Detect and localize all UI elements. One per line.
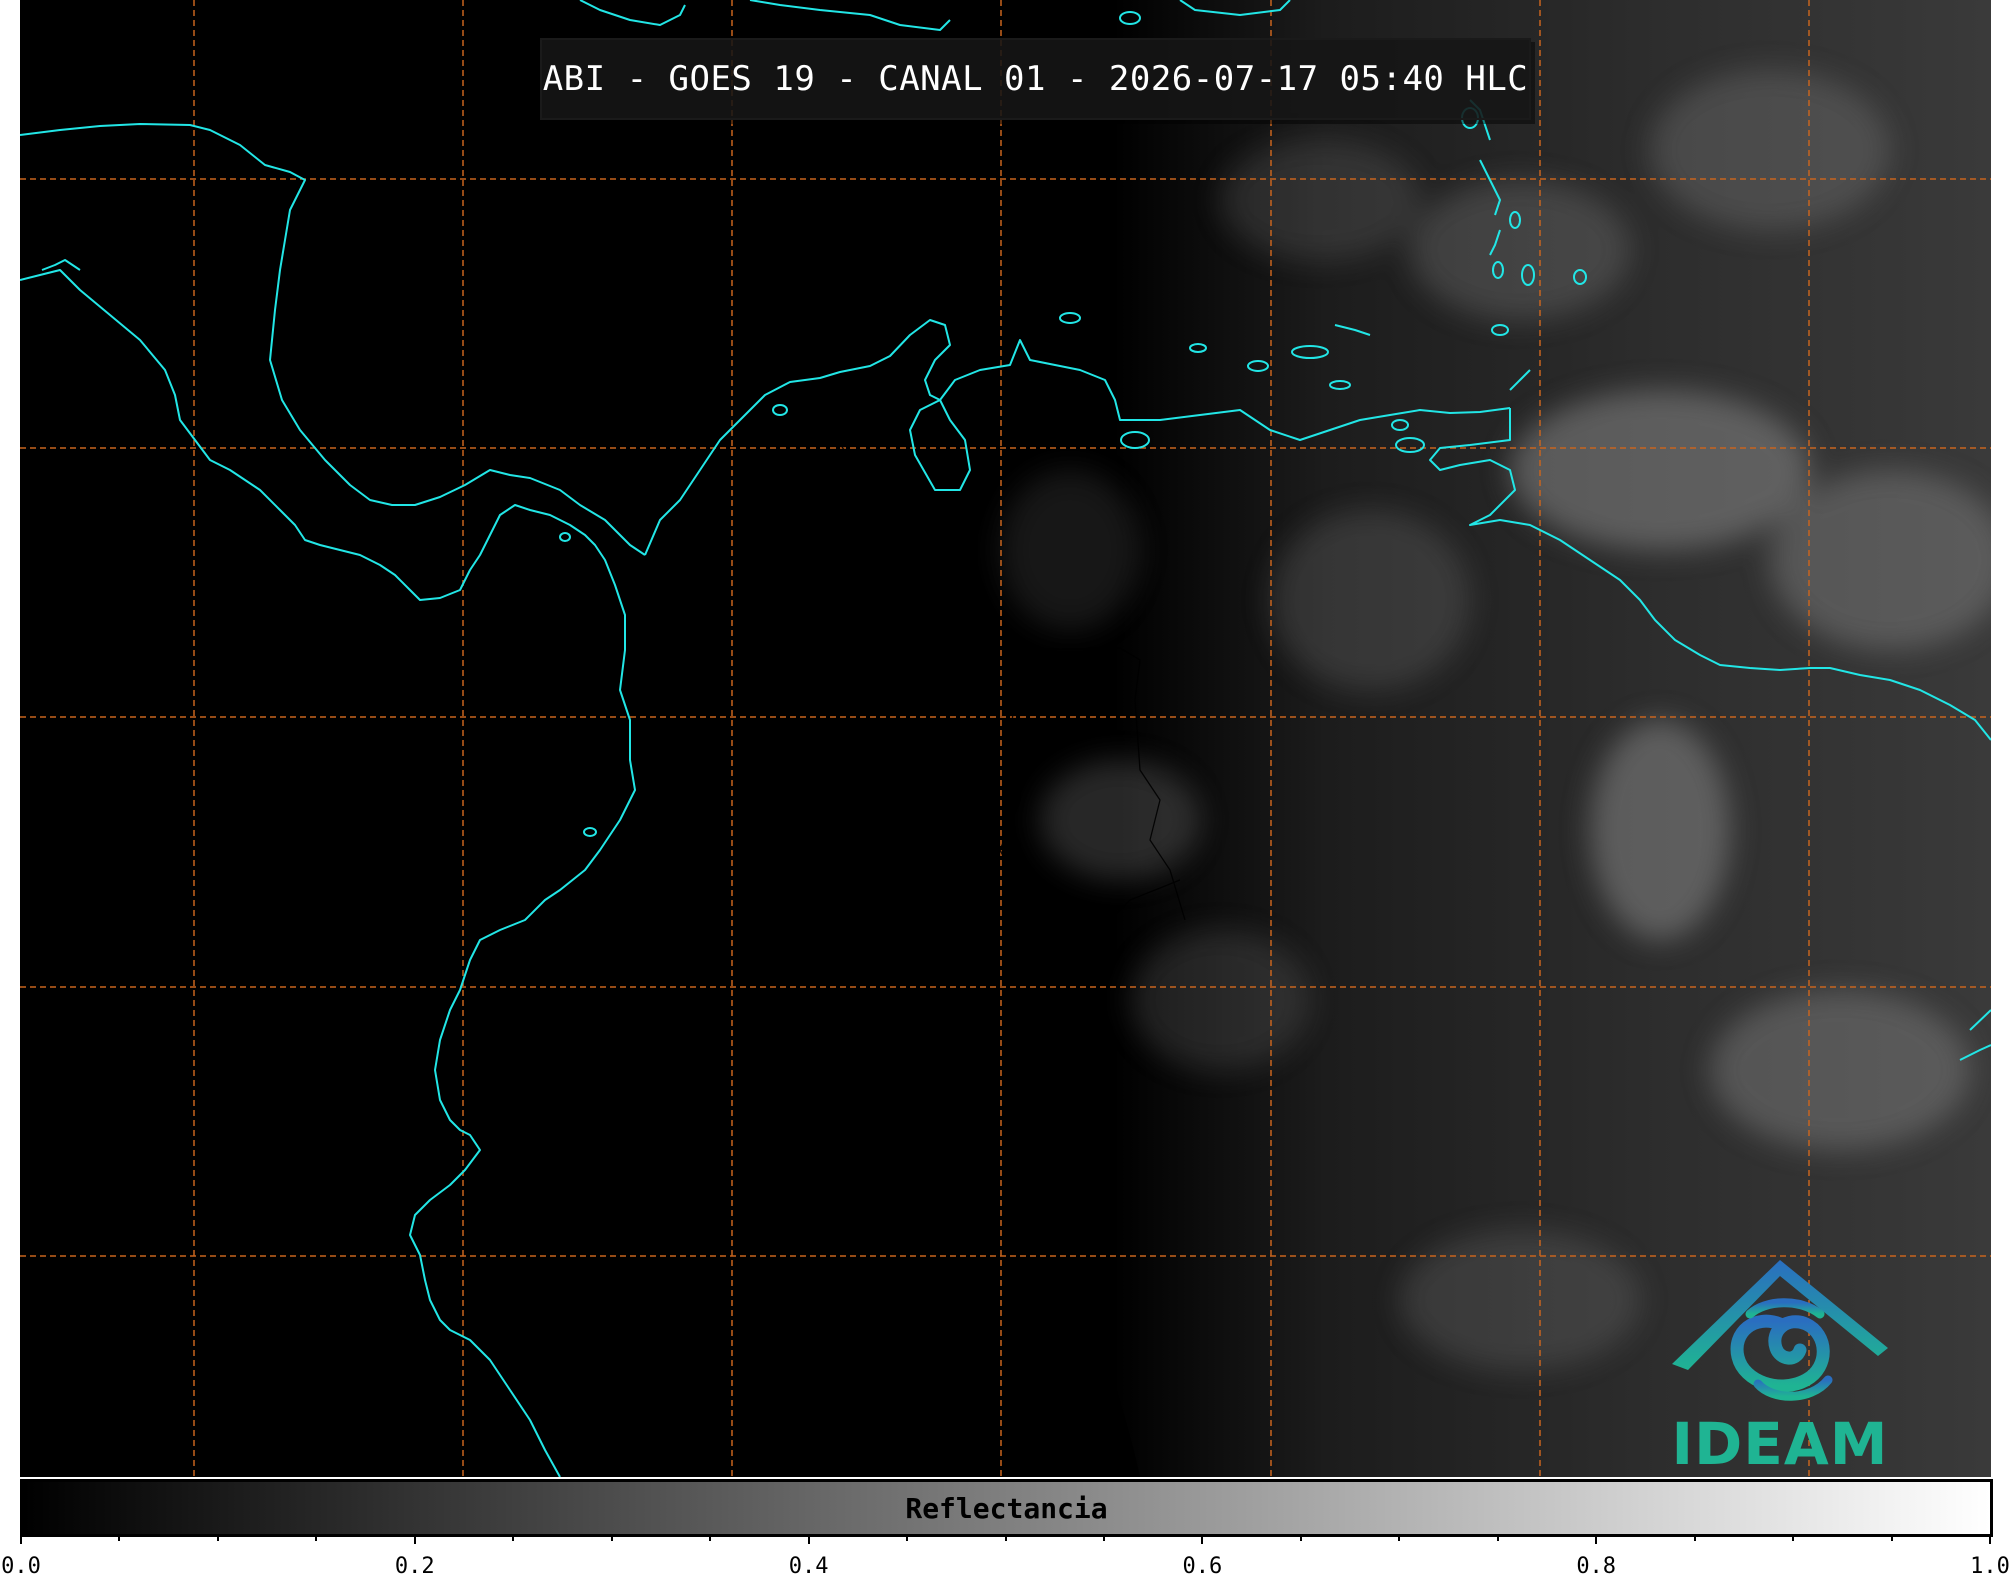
colorbar-major-tick: [1595, 1534, 1598, 1544]
colorbar-label: Reflectancia: [905, 1492, 1108, 1525]
colorbar-tick-label: 0.2: [394, 1554, 435, 1579]
colorbar-minor-tick: [118, 1534, 121, 1541]
colorbar-major-tick: [413, 1534, 416, 1544]
colorbar-tick-label: 0.0: [1, 1554, 41, 1579]
colorbar-minor-tick: [216, 1534, 219, 1541]
colorbar-minor-tick: [512, 1534, 515, 1541]
colorbar-minor-tick: [1693, 1534, 1696, 1541]
image-title: ABI - GOES 19 - CANAL 01 - 2026-07-17 05…: [540, 38, 1531, 120]
colorbar-tick-label: 0.4: [788, 1554, 829, 1579]
colorbar-minor-tick: [1102, 1534, 1105, 1541]
colorbar-minor-tick: [1496, 1534, 1499, 1541]
colorbar-tick-label: 0.8: [1576, 1554, 1617, 1579]
colorbar-major-tick: [807, 1534, 810, 1544]
colorbar-minor-tick: [1398, 1534, 1401, 1541]
colorbar-ticks: 0.0 0.2 0.4 0.6 0.8 1.0: [0, 1534, 2011, 1579]
colorbar-minor-tick: [610, 1534, 613, 1541]
colorbar-major-tick: [20, 1534, 22, 1544]
colorbar-minor-tick: [709, 1534, 712, 1541]
colorbar-minor-tick: [1004, 1534, 1007, 1541]
colorbar-minor-tick: [315, 1534, 318, 1541]
ideam-swirl-icon: [1730, 1298, 1833, 1401]
ideam-logo: IDEAM: [1660, 1252, 1900, 1478]
colorbar-minor-tick: [1890, 1534, 1893, 1541]
colorbar-minor-tick: [906, 1534, 909, 1541]
colorbar-tick-label: 0.6: [1182, 1554, 1223, 1579]
colorbar-minor-tick: [1299, 1534, 1302, 1541]
colorbar-tick-label: 1.0: [1970, 1554, 2010, 1579]
colorbar: Reflectancia: [20, 1479, 1993, 1537]
colorbar-minor-tick: [1792, 1534, 1795, 1541]
ideam-logo-text: IDEAM: [1671, 1410, 1889, 1478]
colorbar-major-tick: [1201, 1534, 1204, 1544]
colorbar-major-tick: [1989, 1534, 1991, 1544]
